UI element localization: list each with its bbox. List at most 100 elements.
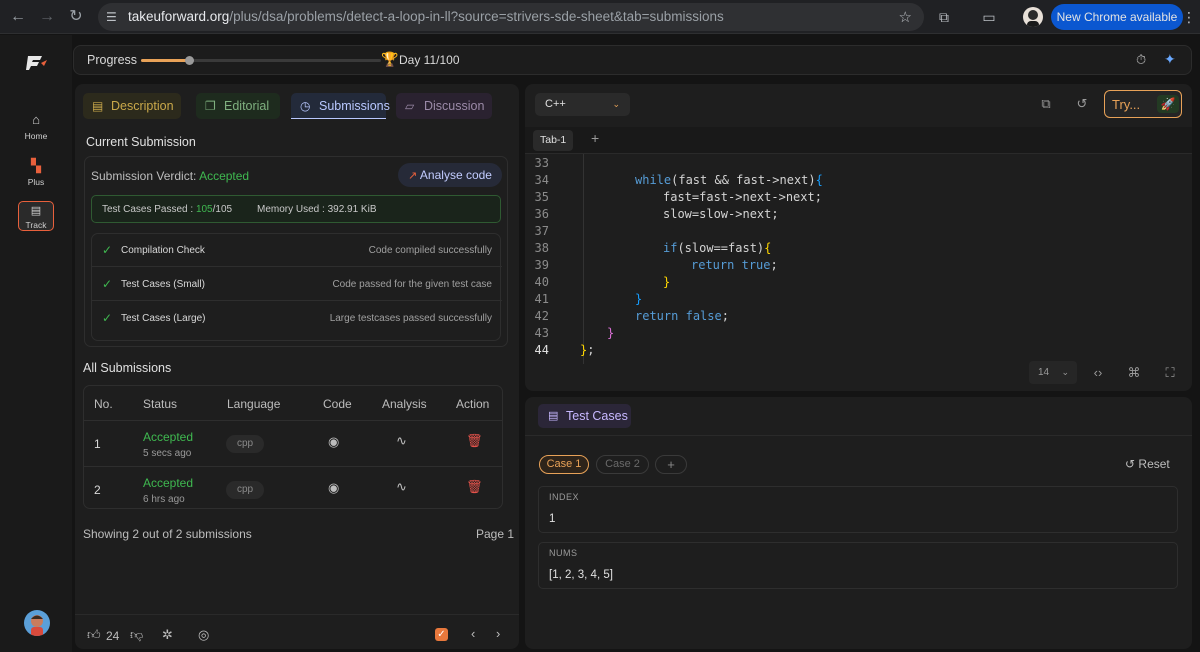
delete-icon[interactable]: 🗑 [466,479,483,495]
analysis-icon[interactable]: ∿ [396,479,407,495]
rail-item-home[interactable]: ⌂ Home [18,111,54,141]
code-line: slow=slow->next; [663,207,779,221]
analysis-icon[interactable]: ∿ [396,433,407,449]
timer-icon[interactable]: ⏱ [1136,52,1146,68]
plus-grid-icon: ▚ [31,158,41,173]
home-icon: ⌂ [32,112,40,127]
memory-used: Memory Used : 392.91 KiB [257,204,377,215]
current-submission-card: Submission Verdict: Accepted ↗ Analyse c… [84,156,508,347]
prev-icon[interactable]: ‹ [471,626,475,641]
thumbs-up-icon[interactable]: 👍︎ [87,627,101,643]
line-number: 36 [534,207,549,221]
field-value: [1, 2, 3, 4, 5] [549,569,613,581]
forward-icon[interactable]: → [36,6,58,28]
reset-button[interactable]: ↺ Reset [1125,457,1170,471]
code-line: } [663,275,671,289]
address-bar[interactable]: ☰ takeuforward.org/plus/dsa/problems/det… [98,3,924,31]
extensions-icon[interactable]: ⧉ [935,8,953,26]
verdict: Submission Verdict: Accepted [91,169,249,183]
rocket-icon: 🚀 [1157,95,1179,113]
submissions-count: Showing 2 out of 2 submissions [83,527,252,541]
user-avatar[interactable] [24,610,50,636]
clock-icon: ◷ [300,99,311,113]
solved-checkbox[interactable]: ✓ [435,628,448,641]
site-info-icon[interactable]: ☰ [106,10,120,24]
table-row[interactable]: 1 Accepted 5 secs ago cpp ◉ ∿ 🗑 [84,420,502,466]
code-line: return false; [635,309,729,323]
rail-label: Plus [27,177,45,187]
tab-discussion[interactable]: ▱ Discussion [396,93,492,119]
testcases-icon: ▤ [548,410,559,422]
browser-toolbar: ← → ↻ ☰ takeuforward.org/plus/dsa/proble… [0,0,1200,34]
tab-submissions[interactable]: ◷ Submissions [291,93,390,119]
tab-label: Submissions [319,99,390,113]
add-tab-icon[interactable]: + [591,130,599,146]
copy-icon[interactable]: ⧉ [1036,94,1056,114]
verdict-value: Accepted [199,169,250,183]
code-brackets-icon[interactable]: ‹› [1088,363,1108,383]
progress-label: Progress [87,53,138,67]
tab-label: Discussion [424,99,485,113]
bug-icon[interactable]: ✲ [162,627,173,643]
code-area[interactable]: 33 34 35 36 37 38 39 40 41 42 43 44 whil… [525,154,1192,364]
tab-editorial[interactable]: ❐ Editorial [196,93,280,119]
url-text[interactable]: takeuforward.org/plus/dsa/problems/detec… [128,3,724,31]
index-field[interactable]: INDEX 1 [538,486,1178,533]
view-code-icon[interactable]: ◉ [328,434,339,450]
thumbs-down-icon[interactable]: 👎︎ [130,627,143,643]
line-number: 37 [534,224,549,238]
add-case-button[interactable]: + [655,455,687,474]
case-tab-2[interactable]: Case 2 [596,455,649,474]
nums-field[interactable]: NUMS [1, 2, 3, 4, 5] [538,542,1178,589]
rail-item-track[interactable]: ▤ Track [18,201,54,231]
language-pill: cpp [226,481,264,499]
col-status: Status [143,397,178,411]
row-no: 2 [94,483,101,497]
back-icon[interactable]: ← [7,6,29,28]
try-button[interactable]: Try... 🚀 [1104,90,1182,118]
progress-knob[interactable] [185,56,194,65]
checks-list: ✓ Compilation Check Code compiled succes… [91,233,502,341]
submissions-table: No. Status Language Code Analysis Action… [83,385,503,509]
row-no: 1 [94,437,101,451]
rail-item-plus[interactable]: ▚ Plus [18,157,54,187]
profile-avatar[interactable] [1023,7,1043,27]
reset-code-icon[interactable]: ↺ [1072,94,1092,114]
next-icon[interactable]: › [496,626,500,641]
line-number: 40 [534,275,549,289]
progress-track [141,56,381,65]
app-logo[interactable] [26,55,48,71]
format-brush-icon[interactable]: ⌘ [1124,363,1144,383]
page-indicator: Page 1 [476,527,515,541]
new-chrome-button[interactable]: New Chrome available [1051,4,1183,30]
day-counter: Day 11/100 [399,53,460,67]
reload-icon[interactable]: ↻ [65,6,87,28]
chrome-menu-icon[interactable]: ⋮ [1180,8,1198,26]
delete-icon[interactable]: 🗑 [466,433,483,449]
cast-icon[interactable]: ▭ [980,8,998,26]
case-tab-1[interactable]: Case 1 [539,455,589,474]
table-row[interactable]: 2 Accepted 6 hrs ago cpp ◉ ∿ 🗑 [84,466,502,512]
reset-label: Reset [1138,457,1170,471]
check-row: ✓ Test Cases (Large) Large testcases pas… [102,311,492,325]
line-number: 41 [534,292,549,306]
col-language: Language [227,397,281,411]
current-submission-heading: Current Submission [86,135,196,149]
view-code-icon[interactable]: ◉ [328,480,339,496]
editor-tab[interactable]: Tab-1 [533,130,574,151]
chevron-down-icon: ⌄ [612,99,620,109]
testcases-tab[interactable]: ▤ Test Cases [538,404,631,428]
check-icon: ✓ [102,311,113,325]
analyse-code-button[interactable]: ↗ Analyse code [398,163,502,187]
feedback-icon[interactable]: ◎ [198,627,209,643]
reset-icon: ↺ [1125,457,1136,471]
fullscreen-icon[interactable]: ⛶ [1160,363,1180,383]
language-select[interactable]: C++ ⌄ [535,93,630,116]
sparkle-icon[interactable]: ✦ [1164,51,1176,68]
code-line: fast=fast->next->next; [663,190,822,204]
check-row: ✓ Test Cases (Small) Code passed for the… [92,268,502,301]
bookmark-star-icon[interactable]: ☆ [899,8,912,26]
font-size-select[interactable]: 14 ⌄ [1029,361,1077,384]
col-code: Code [323,397,352,411]
tab-description[interactable]: ▤ Description [83,93,181,119]
